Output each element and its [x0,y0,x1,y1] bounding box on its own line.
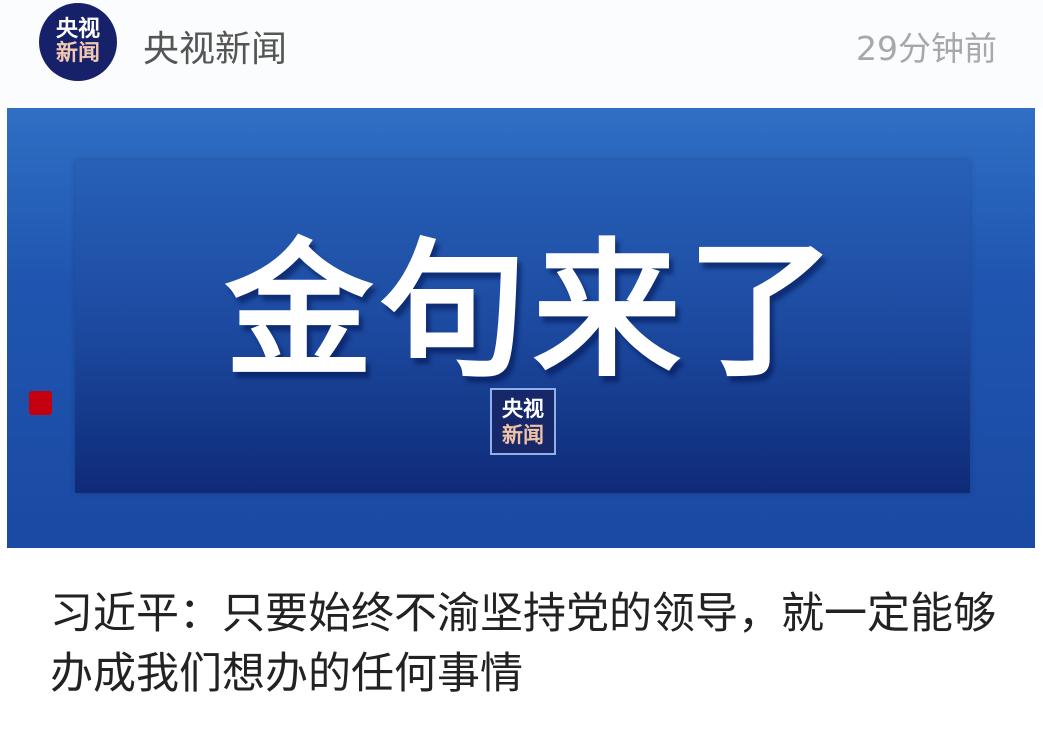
article-headline[interactable]: 习近平：只要始终不渝坚持党的领导，就一定能够办成我们想办的任何事情 [50,584,1010,704]
banner-logo-top: 央视 [502,396,544,421]
avatar[interactable]: 央视 新闻 [39,3,117,81]
banner-logo: 央视 新闻 [490,388,556,455]
post-header: 央视 新闻 央视新闻 29分钟前 [0,0,1043,108]
cover-image[interactable]: 金句来了 央视 新闻 [7,108,1035,548]
banner-title: 金句来了 [225,225,841,397]
avatar-logo-bottom: 新闻 [55,41,100,66]
source-name[interactable]: 央视新闻 [143,20,287,72]
timestamp: 29分钟前 [856,29,997,68]
banner-panel: 金句来了 央视 新闻 [75,160,970,493]
red-square-decoration [29,391,52,415]
avatar-logo-top: 央视 [55,17,100,42]
banner-logo-bottom: 新闻 [502,422,544,447]
